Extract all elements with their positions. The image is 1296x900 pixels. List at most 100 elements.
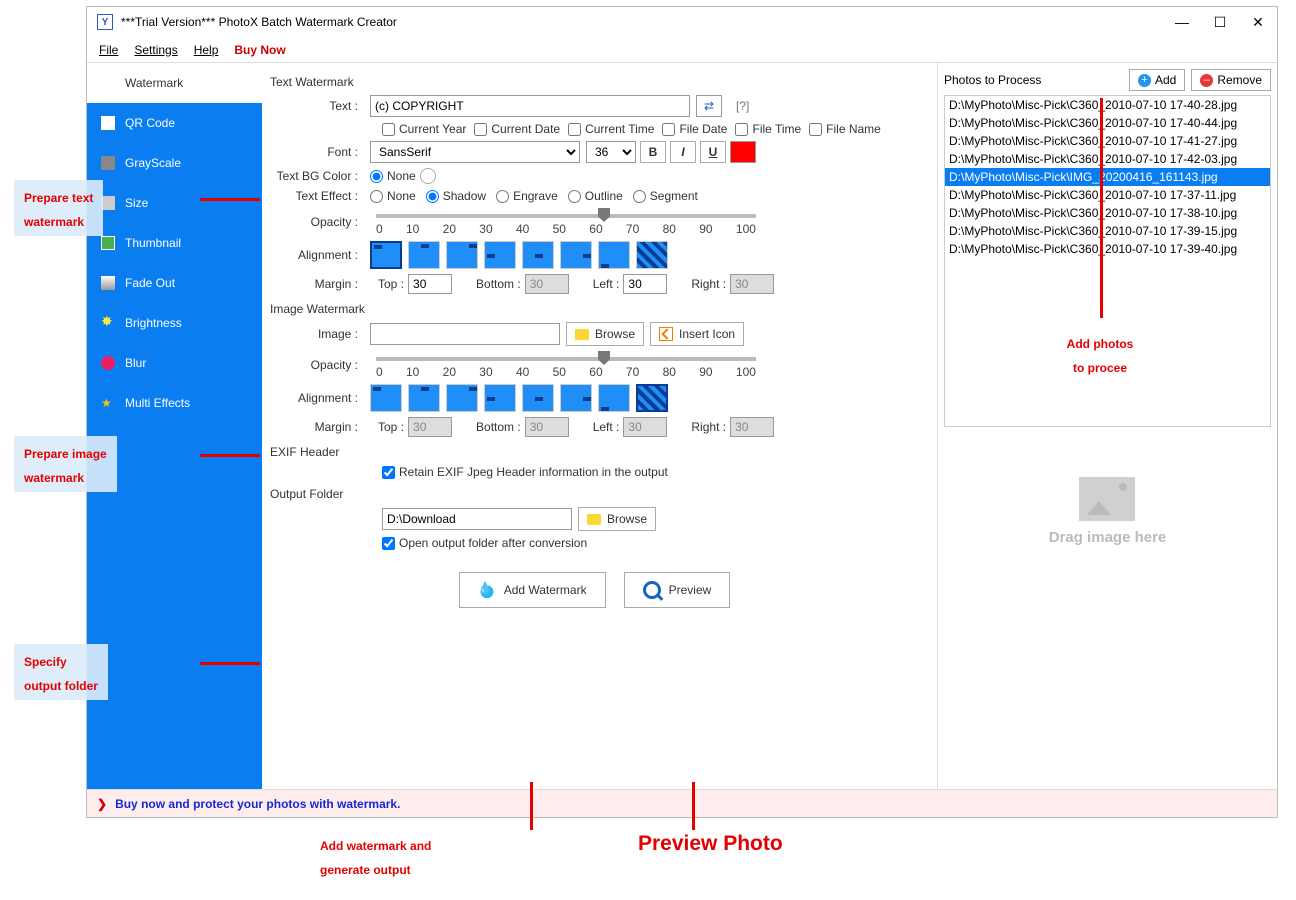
browse-output-button[interactable]: Browse <box>578 507 656 531</box>
effect-none-radio[interactable] <box>370 190 383 203</box>
add-watermark-button[interactable]: 💧Add Watermark <box>459 572 606 608</box>
minimize-button[interactable]: — <box>1173 14 1191 31</box>
add-photo-button[interactable]: + Add <box>1129 69 1185 91</box>
sidebar-item-fade-out[interactable]: Fade Out <box>87 263 262 303</box>
italic-button[interactable]: I <box>670 141 696 163</box>
insert-icon-button[interactable]: Insert Icon <box>650 322 744 346</box>
sidebar-item-label: QR Code <box>125 116 175 130</box>
section-text-watermark: Text Watermark <box>270 75 919 89</box>
magnifier-icon <box>643 581 661 599</box>
effect-engrave-radio[interactable] <box>496 190 509 203</box>
file-row[interactable]: D:\MyPhoto\Misc-Pick\C360_2010-07-10 17-… <box>945 132 1270 150</box>
sidebar-item-qr-code[interactable]: QR Code <box>87 103 262 143</box>
sidebar-item-brightness[interactable]: Brightness <box>87 303 262 343</box>
remove-photo-button[interactable]: –Remove <box>1191 69 1271 91</box>
window-title: ***Trial Version*** PhotoX Batch Waterma… <box>121 15 1173 29</box>
effect-label: Shadow <box>443 189 486 203</box>
align-cell-7[interactable] <box>636 241 668 269</box>
remove-label: Remove <box>1217 73 1262 87</box>
align-cell-3[interactable] <box>484 384 516 412</box>
bold-button[interactable]: B <box>640 141 666 163</box>
footer-message[interactable]: Buy now and protect your photos with wat… <box>115 797 400 811</box>
browse-image-button[interactable]: Browse <box>566 322 644 346</box>
file-row[interactable]: D:\MyPhoto\Misc-Pick\C360_2010-07-10 17-… <box>945 96 1270 114</box>
font-size-select[interactable]: 36 <box>586 141 636 163</box>
align-cell-5[interactable] <box>560 384 592 412</box>
preview-button[interactable]: Preview <box>624 572 731 608</box>
maximize-button[interactable]: ☐ <box>1211 14 1229 31</box>
bg-color-radio[interactable] <box>420 168 436 184</box>
footer-chevron-icon: ❯ <box>97 797 107 811</box>
effect-shadow-radio[interactable] <box>426 190 439 203</box>
align-cell-1[interactable] <box>408 384 440 412</box>
bg-none-radio[interactable] <box>370 170 383 183</box>
label-margin-text: Margin : <box>270 277 370 291</box>
file-list[interactable]: D:\MyPhoto\Misc-Pick\C360_2010-07-10 17-… <box>944 95 1271 427</box>
drop-zone[interactable]: Drag image here <box>1049 477 1167 546</box>
align-cell-2[interactable] <box>446 384 478 412</box>
file-row[interactable]: D:\MyPhoto\Misc-Pick\C360_2010-07-10 17-… <box>945 240 1270 258</box>
output-folder-input[interactable] <box>382 508 572 530</box>
plus-icon: + <box>1138 74 1151 87</box>
sidebar-icon <box>101 76 115 90</box>
underline-button[interactable]: U <box>700 141 726 163</box>
check-current-time[interactable] <box>568 123 581 136</box>
text-tag-button[interactable]: ⇄ <box>696 95 722 117</box>
effect-outline-radio[interactable] <box>568 190 581 203</box>
sidebar-item-grayscale[interactable]: GrayScale <box>87 143 262 183</box>
effect-label: Outline <box>585 189 623 203</box>
sidebar-item-label: GrayScale <box>125 156 181 170</box>
file-row[interactable]: D:\MyPhoto\Misc-Pick\C360_2010-07-10 17-… <box>945 204 1270 222</box>
sidebar-item-multi-effects[interactable]: Multi Effects <box>87 383 262 423</box>
section-image-watermark: Image Watermark <box>270 302 919 316</box>
check-label: File Date <box>679 122 727 136</box>
align-cell-1[interactable] <box>408 241 440 269</box>
sidebar-item-size[interactable]: Size <box>87 183 262 223</box>
menu-settings[interactable]: Settings <box>134 43 177 57</box>
menu-file[interactable]: File <box>99 43 118 57</box>
margin-bottom-label2: Bottom : <box>476 420 521 434</box>
file-row[interactable]: D:\MyPhoto\Misc-Pick\C360_2010-07-10 17-… <box>945 114 1270 132</box>
alignment-grid-text <box>370 241 668 269</box>
align-cell-0[interactable] <box>370 384 402 412</box>
file-row[interactable]: D:\MyPhoto\Misc-Pick\C360_2010-07-10 17-… <box>945 222 1270 240</box>
sidebar-item-watermark[interactable]: Watermark <box>87 63 262 103</box>
font-name-select[interactable]: SansSerif <box>370 141 580 163</box>
sidebar-item-thumbnail[interactable]: Thumbnail <box>87 223 262 263</box>
text-color-swatch[interactable] <box>730 141 756 163</box>
align-cell-7[interactable] <box>636 384 668 412</box>
file-row[interactable]: D:\MyPhoto\Misc-Pick\C360_2010-07-10 17-… <box>945 186 1270 204</box>
open-after-checkbox[interactable] <box>382 537 395 550</box>
align-cell-6[interactable] <box>598 241 630 269</box>
margin-top-text[interactable] <box>408 274 452 294</box>
help-link[interactable]: [?] <box>736 99 749 113</box>
align-cell-0[interactable] <box>370 241 402 269</box>
opacity-slider-text[interactable]: 0102030405060708090100 <box>376 208 919 236</box>
align-cell-6[interactable] <box>598 384 630 412</box>
retain-exif-checkbox[interactable] <box>382 466 395 479</box>
align-cell-3[interactable] <box>484 241 516 269</box>
footer: ❯ Buy now and protect your photos with w… <box>87 789 1277 817</box>
file-row[interactable]: D:\MyPhoto\Misc-Pick\C360_2010-07-10 17-… <box>945 150 1270 168</box>
menu-help[interactable]: Help <box>194 43 219 57</box>
align-cell-4[interactable] <box>522 241 554 269</box>
check-current-date[interactable] <box>474 123 487 136</box>
file-row[interactable]: D:\MyPhoto\Misc-Pick\IMG_20200416_161143… <box>945 168 1270 186</box>
align-cell-5[interactable] <box>560 241 592 269</box>
opacity-slider-image[interactable]: 0102030405060708090100 <box>376 351 919 379</box>
align-cell-2[interactable] <box>446 241 478 269</box>
text-watermark-input[interactable] <box>370 95 690 117</box>
effect-segment-radio[interactable] <box>633 190 646 203</box>
check-current-year[interactable] <box>382 123 395 136</box>
margin-right-label: Right : <box>691 277 726 291</box>
image-path-input[interactable] <box>370 323 560 345</box>
check-file-time[interactable] <box>735 123 748 136</box>
check-file-date[interactable] <box>662 123 675 136</box>
close-button[interactable]: ✕ <box>1249 14 1267 31</box>
sidebar-item-blur[interactable]: Blur <box>87 343 262 383</box>
align-cell-4[interactable] <box>522 384 554 412</box>
menu-buy-now[interactable]: Buy Now <box>234 43 285 57</box>
check-file-name[interactable] <box>809 123 822 136</box>
add-label: Add <box>1155 73 1176 87</box>
margin-left-text[interactable] <box>623 274 667 294</box>
